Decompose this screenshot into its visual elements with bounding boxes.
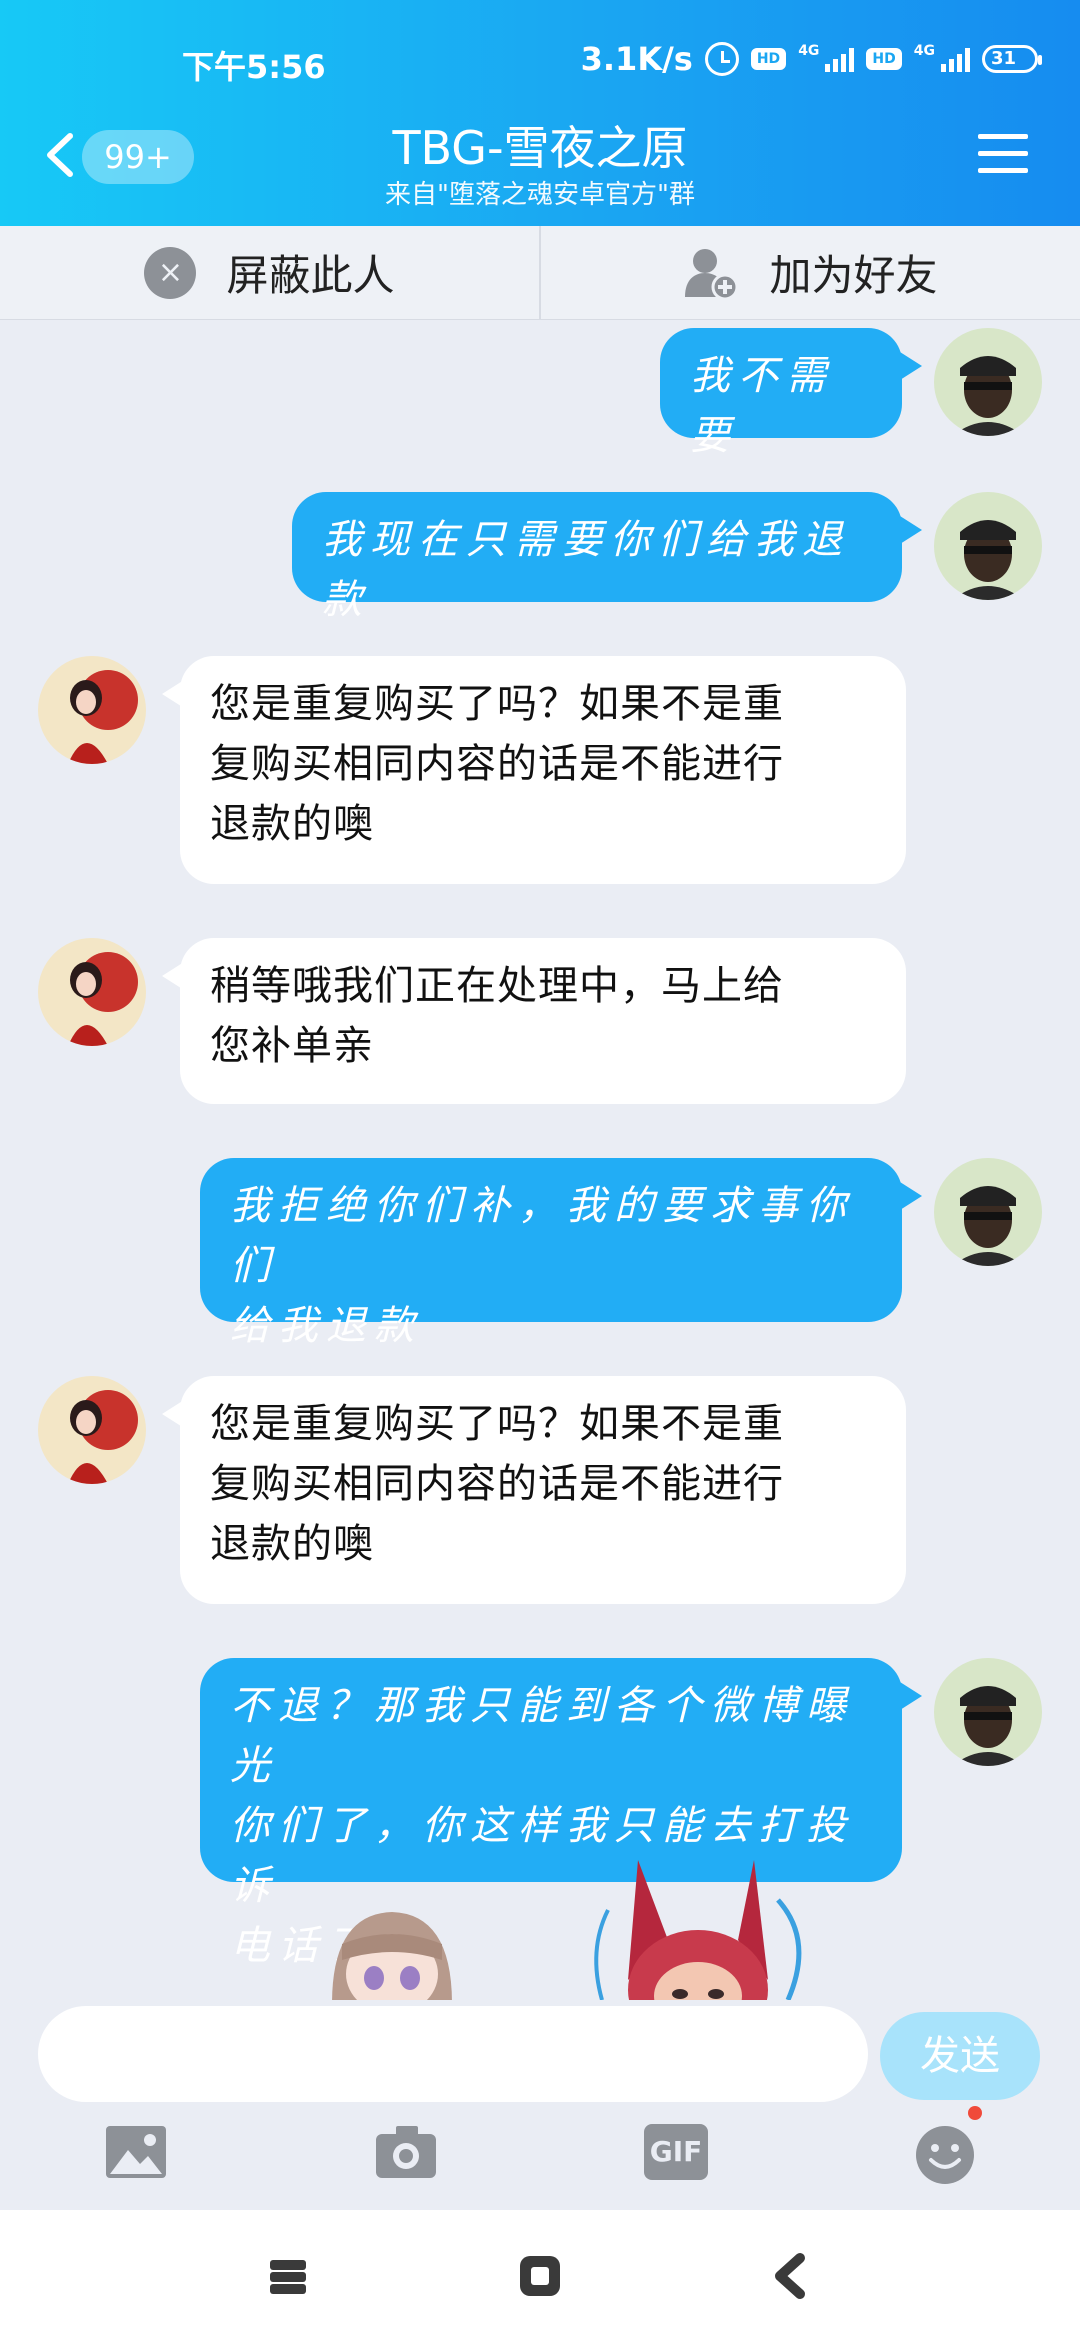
home-icon[interactable] xyxy=(510,2246,570,2306)
sticker-girl[interactable] xyxy=(322,1904,462,2002)
received-message[interactable]: 您是重复购买了吗？如果不是重 复购买相同内容的话是不能进行 退款的噢 xyxy=(180,656,906,884)
bubble-tail xyxy=(900,516,922,544)
emoji-icon xyxy=(916,2126,974,2184)
contact-action-bar: 屏蔽此人 加为好友 xyxy=(0,226,1080,320)
my-avatar[interactable] xyxy=(934,328,1042,436)
hd-badge-2: HD xyxy=(866,48,902,70)
block-label: 屏蔽此人 xyxy=(226,251,395,300)
received-message[interactable]: 稍等哦我们正在处理中，马上给 您补单亲 xyxy=(180,938,906,1104)
add-friend-label: 加为好友 xyxy=(769,251,938,300)
status-indicators: 3.1K/s HD 4G HD 4G 31 xyxy=(580,40,1042,78)
message-line: 您是重复购买了吗？如果不是重 xyxy=(210,681,784,727)
hd-badge: HD xyxy=(750,48,787,70)
alarm-icon xyxy=(704,42,739,76)
emoji-button[interactable] xyxy=(914,2106,982,2184)
message-line: 我现在只需要你们给我退款 xyxy=(322,517,850,623)
message-line: 不退？那我只能到各个微博曝光 xyxy=(230,1683,854,1789)
received-message[interactable]: 您是重复购买了吗？如果不是重 复购买相同内容的话是不能进行 退款的噢 xyxy=(180,1376,906,1604)
my-avatar[interactable] xyxy=(934,492,1042,600)
camera-icon xyxy=(376,2126,436,2178)
camera-button[interactable] xyxy=(374,2124,438,2184)
message-line: 退款的噢 xyxy=(210,801,374,847)
sent-message[interactable]: 我拒绝你们补，我的要求事你们 给我退款 xyxy=(200,1158,902,1349)
support-avatar[interactable] xyxy=(38,938,146,1046)
menu-icon[interactable] xyxy=(978,134,1028,178)
network-type-label: 4G xyxy=(798,43,820,59)
support-avatar[interactable] xyxy=(38,1376,146,1484)
back-nav-icon[interactable] xyxy=(762,2246,822,2306)
my-avatar[interactable] xyxy=(934,1158,1042,1266)
add-friend-icon xyxy=(685,248,739,300)
message-line: 复购买相同内容的话是不能进行 xyxy=(210,1461,784,1507)
chat-title: TBG-雪夜之原 xyxy=(392,121,688,175)
message-input[interactable] xyxy=(38,2006,868,2102)
sticker-panel xyxy=(0,1850,1080,2002)
message-line: 给我退款 xyxy=(230,1303,422,1349)
recent-apps-icon[interactable] xyxy=(258,2246,318,2306)
message-line: 您是重复购买了吗？如果不是重 xyxy=(210,1401,784,1447)
composer: 发送 GIF xyxy=(0,2000,1080,2210)
message-line: 我拒绝你们补，我的要求事你们 xyxy=(230,1183,854,1289)
send-button[interactable]: 发送 xyxy=(880,2012,1040,2100)
block-user-button[interactable]: 屏蔽此人 xyxy=(0,226,539,319)
bubble-tail xyxy=(900,1182,922,1210)
battery-icon: 31 xyxy=(982,45,1042,73)
chat-header: 下午5:56 3.1K/s HD 4G HD 4G 31 99+ TBG-雪夜之… xyxy=(0,0,1080,226)
network-speed: 3.1K/s xyxy=(580,40,693,78)
block-icon xyxy=(144,246,197,299)
add-friend-button[interactable]: 加为好友 xyxy=(539,226,1080,319)
status-time: 下午5:56 xyxy=(182,48,326,86)
sent-message[interactable]: 我现在只需要你们给我退款 xyxy=(292,492,902,623)
bubble-tail xyxy=(900,1682,922,1710)
status-bar: 下午5:56 3.1K/s HD 4G HD 4G 31 xyxy=(0,36,1080,86)
bubble-tail xyxy=(900,352,922,380)
notification-dot xyxy=(968,2106,982,2120)
gif-button[interactable]: GIF xyxy=(644,2124,708,2184)
system-nav-bar xyxy=(0,2210,1080,2340)
sticker-fox-girl[interactable] xyxy=(578,1850,818,2002)
support-avatar[interactable] xyxy=(38,656,146,764)
message-line: 您补单亲 xyxy=(210,1023,374,1069)
message-line: 复购买相同内容的话是不能进行 xyxy=(210,741,784,787)
chat-subtitle: 来自"堕落之魂安卓官方"群 xyxy=(385,180,695,210)
my-avatar[interactable] xyxy=(934,1658,1042,1766)
image-picker-button[interactable] xyxy=(104,2124,168,2184)
message-line: 稍等哦我们正在处理中，马上给 xyxy=(210,963,784,1009)
signal-icon-2 xyxy=(941,46,970,72)
sent-message[interactable]: 不退？那我只能到各个微博曝光 你们了，你这样我只能去打投诉 电话了 xyxy=(200,1658,902,1969)
sent-message[interactable]: 我不需要 xyxy=(660,328,902,459)
message-line: 我不需要 xyxy=(690,353,834,459)
image-icon xyxy=(106,2126,166,2178)
gif-icon: GIF xyxy=(644,2124,708,2180)
network-type-label-2: 4G xyxy=(913,43,935,59)
message-line: 退款的噢 xyxy=(210,1521,374,1567)
signal-icon xyxy=(825,46,855,72)
